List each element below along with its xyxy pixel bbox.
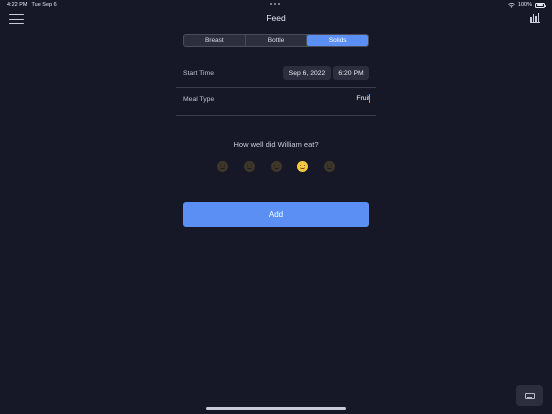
battery-percent: 100% bbox=[517, 2, 532, 8]
rating-option-3-face-icon[interactable] bbox=[271, 161, 282, 172]
home-indicator[interactable] bbox=[206, 407, 346, 410]
start-time-row: Start Time Sep 6, 2022 6:20 PM bbox=[176, 60, 376, 88]
rating-selector bbox=[210, 161, 342, 177]
battery-icon bbox=[535, 2, 546, 8]
page-title: Feed bbox=[266, 13, 286, 23]
status-time: 4:22 PM bbox=[7, 2, 28, 8]
start-time-label: Start Time bbox=[183, 70, 214, 77]
keyboard-icon bbox=[524, 392, 535, 399]
tab-solids[interactable]: Solids bbox=[307, 35, 368, 46]
text-cursor bbox=[369, 94, 370, 103]
start-time-picker[interactable]: 6:20 PM bbox=[333, 66, 369, 80]
rating-option-1-face-icon[interactable] bbox=[217, 161, 228, 172]
meal-type-label: Meal Type bbox=[183, 96, 215, 103]
tab-breast[interactable]: Breast bbox=[184, 35, 246, 46]
rating-option-4-face-icon[interactable] bbox=[297, 161, 308, 172]
status-date: Tue Sep 6 bbox=[31, 2, 57, 8]
status-right: 100% bbox=[508, 2, 546, 8]
status-left: 4:22 PM Tue Sep 6 bbox=[7, 2, 57, 8]
rating-question: How well did William eat? bbox=[233, 140, 319, 149]
meal-type-input[interactable] bbox=[290, 95, 370, 102]
meal-type-row: Meal Type bbox=[176, 88, 376, 116]
status-bar: 4:22 PM Tue Sep 6 100% bbox=[0, 0, 552, 12]
wifi-icon bbox=[508, 2, 515, 8]
rating-option-2-face-icon[interactable] bbox=[244, 161, 255, 172]
tab-bottle[interactable]: Bottle bbox=[246, 35, 308, 46]
bar-chart-icon[interactable] bbox=[530, 13, 540, 23]
multitasking-dots-icon[interactable] bbox=[270, 3, 280, 5]
keyboard-toggle-button[interactable] bbox=[516, 385, 543, 406]
feed-type-segmented-control: Breast Bottle Solids bbox=[183, 34, 369, 47]
rating-option-5-face-icon[interactable] bbox=[324, 161, 335, 172]
start-date-picker[interactable]: Sep 6, 2022 bbox=[283, 66, 331, 80]
add-button[interactable]: Add bbox=[183, 202, 369, 227]
